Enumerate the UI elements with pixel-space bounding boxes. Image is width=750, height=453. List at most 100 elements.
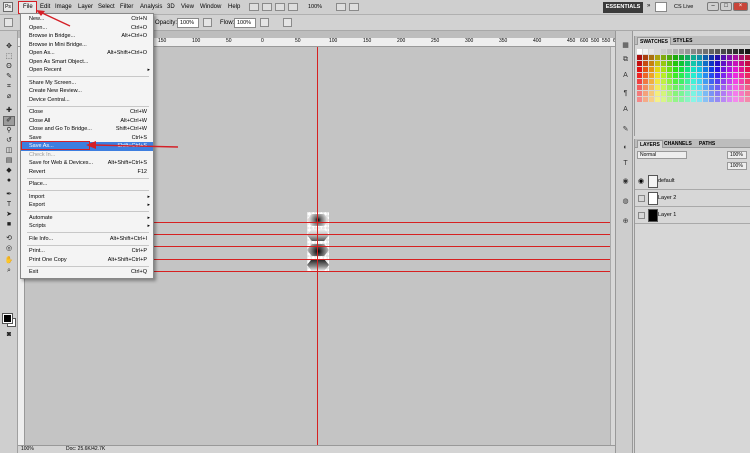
layer-row[interactable]: Layer 1 <box>635 207 750 224</box>
color-swatch[interactable] <box>727 97 732 102</box>
history-panel-icon[interactable]: ⧉ <box>621 55 630 64</box>
mini-bridge-icon[interactable] <box>262 3 272 11</box>
color-swatch[interactable] <box>673 55 678 60</box>
guides-icon[interactable] <box>275 3 285 11</box>
color-swatch[interactable] <box>691 73 696 78</box>
color-swatch[interactable] <box>679 79 684 84</box>
color-swatch[interactable] <box>685 67 690 72</box>
color-swatch[interactable] <box>691 55 696 60</box>
color-swatch[interactable] <box>733 49 738 54</box>
menu-item-scripts[interactable]: Scripts ▸ <box>21 222 153 231</box>
color-swatch[interactable] <box>679 55 684 60</box>
menu-window[interactable]: Window <box>200 4 221 11</box>
menu-item-automate[interactable]: Automate ▸ <box>21 214 153 223</box>
eraser-tool-icon[interactable]: ◫ <box>4 147 14 155</box>
color-swatch[interactable] <box>679 67 684 72</box>
color-swatch[interactable] <box>643 97 648 102</box>
masks-panel-icon[interactable]: ◍ <box>621 197 630 206</box>
hand-icon[interactable] <box>288 3 298 11</box>
color-swatch[interactable] <box>643 67 648 72</box>
color-swatch[interactable] <box>709 91 714 96</box>
color-swatch[interactable] <box>697 49 702 54</box>
color-swatch[interactable] <box>703 49 708 54</box>
menu-image[interactable]: Image <box>55 4 72 11</box>
color-swatch[interactable] <box>661 91 666 96</box>
color-swatch[interactable] <box>727 91 732 96</box>
color-swatch[interactable] <box>667 73 672 78</box>
color-swatch[interactable] <box>685 85 690 90</box>
color-swatch[interactable] <box>745 85 750 90</box>
type-tool-icon[interactable]: T <box>4 201 14 209</box>
eye-panel-icon[interactable]: ◉ <box>621 177 630 186</box>
menu-item-save-for-web-devices[interactable]: Save for Web & Devices... Alt+Shift+Ctrl+… <box>21 159 153 168</box>
layer-fill-field[interactable]: 100% <box>727 162 747 170</box>
color-swatch[interactable] <box>691 61 696 66</box>
color-swatch[interactable] <box>685 91 690 96</box>
cs-live-button[interactable]: CS Live <box>674 4 693 10</box>
menu-item-revert[interactable]: Revert F12 <box>21 168 153 177</box>
menu-item-open-as-smart-object[interactable]: Open As Smart Object... <box>21 58 153 67</box>
color-swatch[interactable] <box>637 73 642 78</box>
color-swatch[interactable] <box>649 97 654 102</box>
foreground-color-swatch[interactable] <box>2 313 13 324</box>
color-swatch[interactable] <box>697 73 702 78</box>
color-swatch[interactable] <box>733 91 738 96</box>
brush-preset-icon[interactable] <box>4 18 13 27</box>
color-swatch[interactable] <box>745 49 750 54</box>
color-swatch[interactable] <box>679 49 684 54</box>
color-swatch[interactable] <box>727 79 732 84</box>
color-swatch[interactable] <box>643 91 648 96</box>
menu-item-close[interactable]: Close Ctrl+W <box>21 108 153 117</box>
color-swatch[interactable] <box>703 67 708 72</box>
color-swatch[interactable] <box>649 85 654 90</box>
color-swatch[interactable] <box>715 79 720 84</box>
color-swatch[interactable] <box>667 79 672 84</box>
color-swatch[interactable] <box>661 85 666 90</box>
crop-tool-icon[interactable]: ⌗ <box>4 83 14 91</box>
color-swatch[interactable] <box>667 61 672 66</box>
color-swatch[interactable] <box>673 79 678 84</box>
color-swatch[interactable] <box>637 79 642 84</box>
color-swatch[interactable] <box>721 97 726 102</box>
menu-item-open[interactable]: Open... Ctrl+O <box>21 24 153 33</box>
menu-item-export[interactable]: Export ▸ <box>21 201 153 210</box>
quick-mask-icon[interactable]: ◙ <box>4 331 14 339</box>
color-swatch[interactable] <box>703 85 708 90</box>
tab-swatches[interactable]: SWATCHES <box>637 37 671 45</box>
color-swatch[interactable] <box>661 49 666 54</box>
menu-item-print-one-copy[interactable]: Print One Copy Alt+Shift+Ctrl+P <box>21 256 153 265</box>
color-swatch[interactable] <box>691 91 696 96</box>
color-swatch[interactable] <box>685 97 690 102</box>
color-swatch[interactable] <box>715 85 720 90</box>
color-swatch[interactable] <box>697 67 702 72</box>
opacity-field[interactable]: 100% <box>177 18 199 28</box>
color-swatch[interactable] <box>703 97 708 102</box>
color-swatch[interactable] <box>655 61 660 66</box>
pen-tool-icon[interactable]: ✒ <box>4 191 14 199</box>
menu-file[interactable]: File <box>23 4 33 11</box>
color-swatch[interactable] <box>673 73 678 78</box>
menu-item-print[interactable]: Print... Ctrl+P <box>21 247 153 256</box>
color-swatch[interactable] <box>661 79 666 84</box>
color-swatch[interactable] <box>649 91 654 96</box>
color-swatch[interactable] <box>637 61 642 66</box>
layer-name[interactable]: Layer 2 <box>658 195 676 201</box>
menu-item-place[interactable]: Place... <box>21 180 153 189</box>
tab-styles[interactable]: STYLES <box>671 37 694 45</box>
color-swatch[interactable] <box>733 73 738 78</box>
color-swatch[interactable] <box>667 49 672 54</box>
color-swatch[interactable] <box>739 91 744 96</box>
tool-presets-icon[interactable]: ✎ <box>621 125 630 134</box>
tab-channels[interactable]: CHANNELS <box>662 140 694 148</box>
color-swatch[interactable] <box>745 73 750 78</box>
color-swatch[interactable] <box>685 55 690 60</box>
layer-name[interactable]: Layer 1 <box>658 212 676 218</box>
menu-item-close-all[interactable]: Close All Alt+Ctrl+W <box>21 117 153 126</box>
color-swatch[interactable] <box>679 61 684 66</box>
hand-tool-icon[interactable]: ✋ <box>4 257 14 265</box>
layer-row[interactable]: Layer 2 <box>635 190 750 207</box>
color-swatch[interactable] <box>715 97 720 102</box>
color-swatch[interactable] <box>745 55 750 60</box>
color-swatch[interactable] <box>655 91 660 96</box>
clone-source-panel-icon[interactable]: ⊕ <box>621 217 630 226</box>
